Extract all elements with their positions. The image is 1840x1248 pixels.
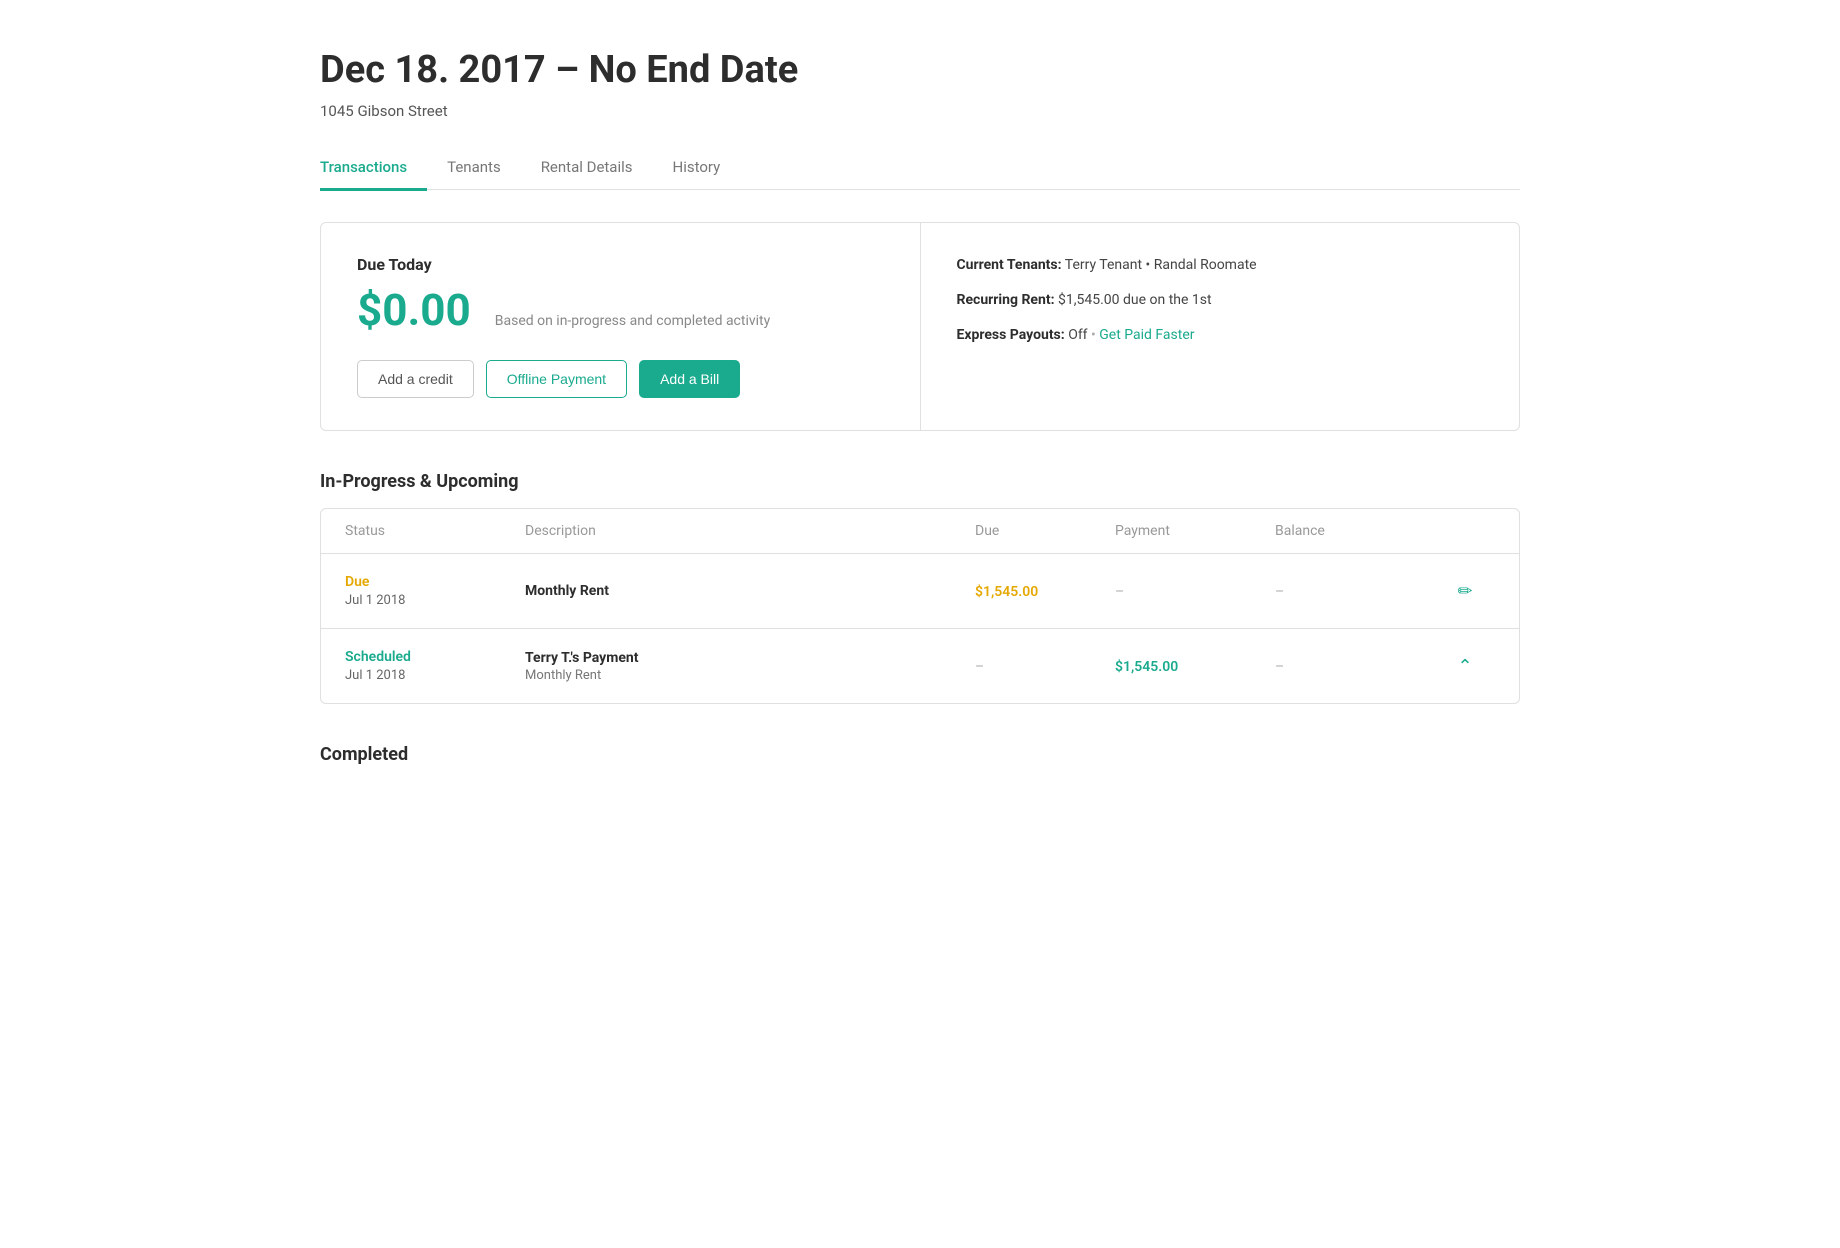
due-amount: $0.00 — [357, 284, 471, 336]
chevron-up-icon[interactable]: ⌃ — [1457, 656, 1472, 677]
col-due: Due — [975, 523, 1115, 539]
col-payment: Payment — [1115, 523, 1275, 539]
tabs-nav: Transactions Tenants Rental Details Hist… — [320, 148, 1520, 191]
row2-action[interactable]: ⌃ — [1435, 656, 1495, 677]
current-tenants-info: Current Tenants: Terry Tenant • Randal R… — [957, 255, 1484, 276]
in-progress-section-title: In-Progress & Upcoming — [320, 471, 1520, 492]
add-bill-button[interactable]: Add a Bill — [639, 360, 740, 398]
due-today-label: Due Today — [357, 255, 884, 274]
col-action — [1435, 523, 1495, 539]
page-title: Dec 18. 2017 – No End Date — [320, 48, 1520, 94]
completed-section-title: Completed — [320, 744, 1520, 765]
tab-transactions[interactable]: Transactions — [320, 148, 427, 191]
express-payouts-info: Express Payouts: Off • Get Paid Faster — [957, 325, 1484, 346]
action-buttons: Add a credit Offline Payment Add a Bill — [357, 360, 884, 398]
summary-right: Current Tenants: Terry Tenant • Randal R… — [921, 223, 1520, 430]
row2-status: Scheduled Jul 1 2018 — [345, 649, 525, 683]
row2-payment: $1,545.00 — [1115, 657, 1275, 675]
col-description: Description — [525, 523, 975, 539]
row1-payment: – — [1115, 582, 1275, 600]
row1-description: Monthly Rent — [525, 583, 975, 599]
table-row: Scheduled Jul 1 2018 Terry T.'s Payment … — [321, 629, 1519, 703]
col-balance: Balance — [1275, 523, 1435, 539]
tab-history[interactable]: History — [653, 148, 741, 191]
in-progress-table: Status Description Due Payment Balance D… — [320, 508, 1520, 704]
col-status: Status — [345, 523, 525, 539]
get-paid-faster-link[interactable]: Get Paid Faster — [1099, 327, 1194, 343]
row1-due: $1,545.00 — [975, 582, 1115, 600]
table-header: Status Description Due Payment Balance — [321, 509, 1519, 554]
row2-due: – — [975, 657, 1115, 675]
add-credit-button[interactable]: Add a credit — [357, 360, 474, 398]
tab-rental-details[interactable]: Rental Details — [521, 148, 653, 191]
tab-tenants[interactable]: Tenants — [427, 148, 521, 191]
row2-balance: – — [1275, 657, 1435, 675]
summary-card: Due Today $0.00 Based on in-progress and… — [320, 222, 1520, 431]
row1-balance: – — [1275, 582, 1435, 600]
row1-action[interactable]: ✏ — [1435, 581, 1495, 602]
row2-description: Terry T.'s Payment Monthly Rent — [525, 650, 975, 683]
summary-left: Due Today $0.00 Based on in-progress and… — [321, 223, 921, 430]
due-note: Based on in-progress and completed activ… — [495, 313, 771, 329]
edit-icon[interactable]: ✏ — [1457, 581, 1472, 602]
table-row: Due Jul 1 2018 Monthly Rent $1,545.00 – … — [321, 554, 1519, 629]
page-subtitle: 1045 Gibson Street — [320, 102, 1520, 120]
offline-payment-button[interactable]: Offline Payment — [486, 360, 627, 398]
row1-status: Due Jul 1 2018 — [345, 574, 525, 608]
recurring-rent-info: Recurring Rent: $1,545.00 due on the 1st — [957, 290, 1484, 311]
